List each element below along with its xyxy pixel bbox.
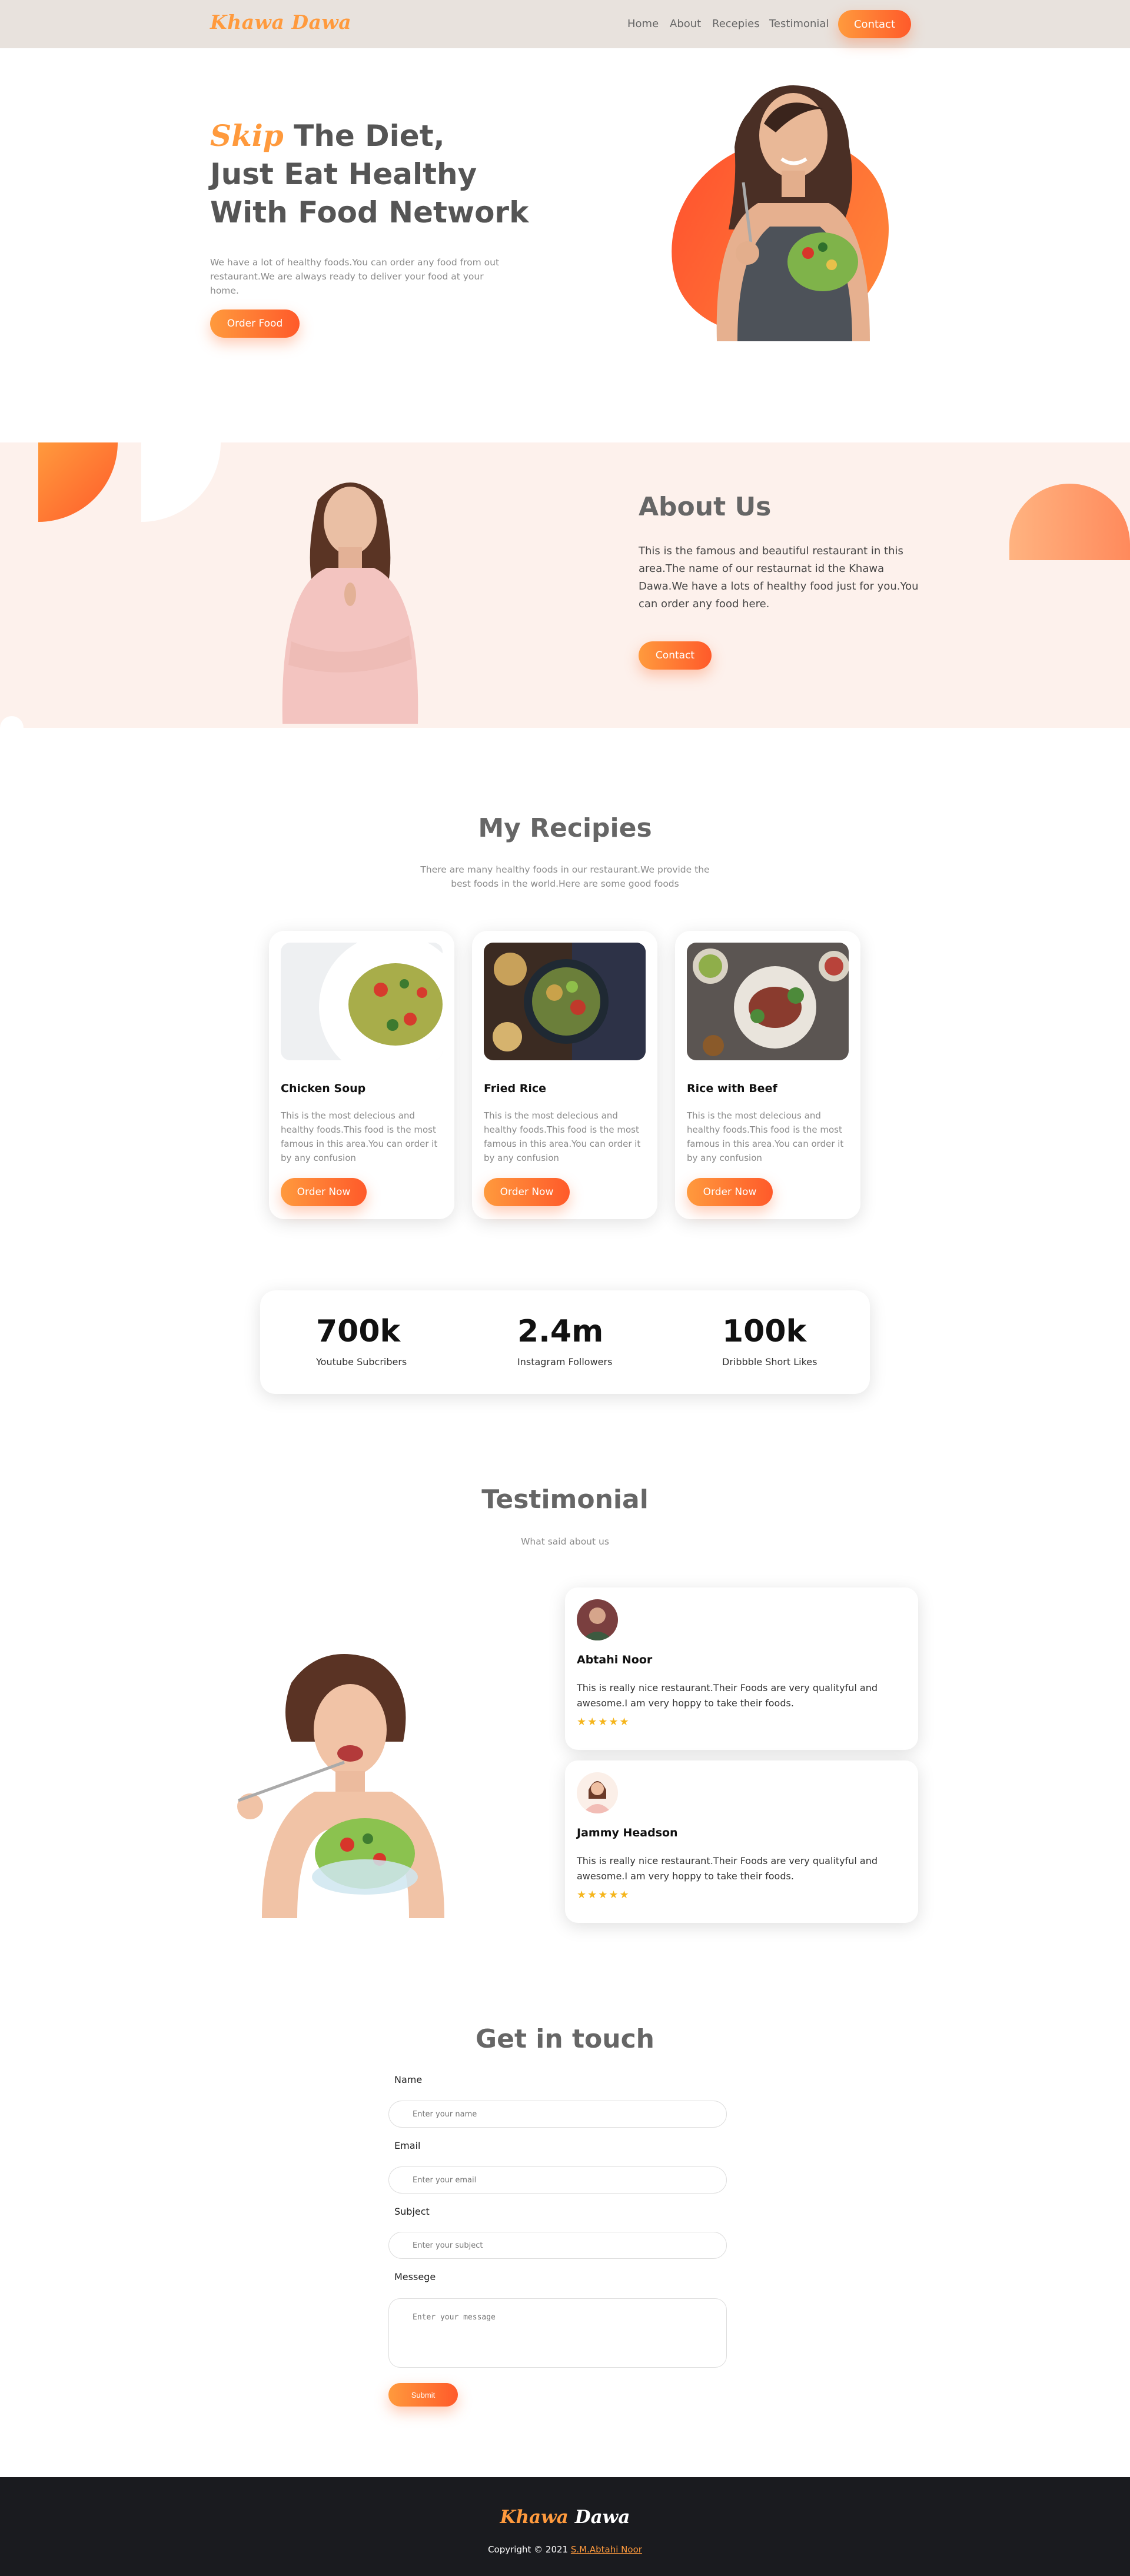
stat-value: 100k (722, 1314, 807, 1349)
star-rating: ★★★★★ (577, 1889, 630, 1901)
stats-panel: 700k Youtube Subcribers 2.4m Instagram F… (260, 1290, 870, 1394)
nav-recipes-link[interactable]: Recepies (712, 18, 760, 30)
avatar (577, 1772, 618, 1813)
fried-rice-image (484, 943, 646, 1060)
nav-testimonial-link[interactable]: Testimonial (769, 18, 829, 30)
review-text: This is really nice restaurant.Their Foo… (577, 1855, 878, 1882)
recipe-description: This is the most delecious and healthy f… (687, 1110, 844, 1163)
about-description: This is the famous and beautiful restaur… (639, 545, 919, 610)
recipes-title: My Recipies (478, 813, 652, 843)
stat-label: Instagram Followers (517, 1356, 613, 1367)
hero-title-accent: Skip (210, 118, 284, 153)
submit-button[interactable]: Submit (388, 2383, 458, 2407)
reviewer-name: Jammy Headson (577, 1826, 678, 1839)
order-now-button[interactable]: Order Now (281, 1178, 367, 1206)
testimonial-subtitle: What said about us (521, 1536, 609, 1547)
hero-title: Skip The Diet, Just Eat Healthy With Foo… (210, 117, 540, 232)
about-title: About Us (639, 492, 772, 522)
testimonial-woman-eating-salad-image (237, 1654, 444, 1918)
review-text: This is really nice restaurant.Their Foo… (577, 1682, 878, 1709)
nav-about-link[interactable]: About (670, 18, 701, 30)
hero-woman-with-salad-image (716, 85, 870, 341)
copyright-text: Copyright © 2021 (488, 2544, 569, 2555)
hero-title-line1: The Diet, (283, 119, 445, 153)
subject-input[interactable] (388, 2232, 727, 2259)
name-input[interactable] (388, 2101, 727, 2128)
testimonial-title: Testimonial (481, 1485, 649, 1515)
recipe-title: Rice with Beef (687, 1082, 777, 1095)
recipe-card: Fried Rice This is the most delecious an… (472, 931, 657, 1219)
about-woman-image (282, 482, 418, 724)
chicken-soup-image (281, 943, 443, 1060)
recipe-card: Rice with Beef This is the most deleciou… (675, 931, 860, 1219)
footer-logo-part1: Khawa (500, 2507, 569, 2528)
recipe-description: This is the most delecious and healthy f… (484, 1110, 641, 1163)
stat-value: 700k (316, 1314, 401, 1349)
order-food-button[interactable]: Order Food (210, 309, 300, 338)
contact-title: Get in touch (475, 2024, 655, 2054)
top-nav-bar: Khawa Dawa Home About Recepies Testimoni… (0, 0, 1130, 48)
brand-logo[interactable]: Khawa Dawa (210, 11, 351, 34)
footer-copyright: Copyright © 2021 S.M.Abtahi Noor (0, 2544, 1130, 2555)
testimonial-card: Jammy Headson This is really nice restau… (565, 1760, 918, 1923)
hero-description: We have a lot of healthy foods.You can o… (210, 257, 500, 296)
author-link[interactable]: S.M.Abtahi Noor (571, 2544, 642, 2555)
hero-title-line3: With Food Network (210, 195, 529, 229)
nav-home-link[interactable]: Home (627, 18, 659, 30)
email-label: Email (394, 2140, 421, 2151)
recipe-title: Fried Rice (484, 1082, 547, 1095)
subject-label: Subject (394, 2206, 430, 2217)
recipe-description: This is the most delecious and healthy f… (281, 1110, 438, 1163)
recipe-title: Chicken Soup (281, 1082, 366, 1095)
hero-title-line2: Just Eat Healthy (210, 157, 477, 191)
name-label: Name (394, 2074, 423, 2085)
avatar (577, 1599, 618, 1640)
footer-logo[interactable]: Khawa Dawa (0, 2507, 1130, 2528)
message-label: Messege (394, 2271, 436, 2282)
message-textarea[interactable] (388, 2298, 727, 2368)
footer: Khawa Dawa Copyright © 2021 S.M.Abtahi N… (0, 2477, 1130, 2576)
stat-label: Dribbble Short Likes (722, 1356, 817, 1367)
rice-with-beef-image (687, 943, 849, 1060)
nav-contact-button[interactable]: Contact (838, 10, 911, 38)
recipe-card: Chicken Soup This is the most delecious … (269, 931, 454, 1219)
email-input[interactable] (388, 2166, 727, 2194)
recipes-subtitle: There are many healthy foods in our rest… (420, 864, 710, 889)
reviewer-name: Abtahi Noor (577, 1653, 653, 1666)
star-rating: ★★★★★ (577, 1716, 630, 1728)
footer-logo-part2: Dawa (574, 2507, 630, 2528)
order-now-button[interactable]: Order Now (687, 1178, 773, 1206)
testimonial-card: Abtahi Noor This is really nice restaura… (565, 1587, 918, 1750)
stat-value: 2.4m (517, 1314, 604, 1349)
order-now-button[interactable]: Order Now (484, 1178, 570, 1206)
about-contact-button[interactable]: Contact (639, 641, 712, 670)
stat-label: Youtube Subcribers (316, 1356, 407, 1367)
